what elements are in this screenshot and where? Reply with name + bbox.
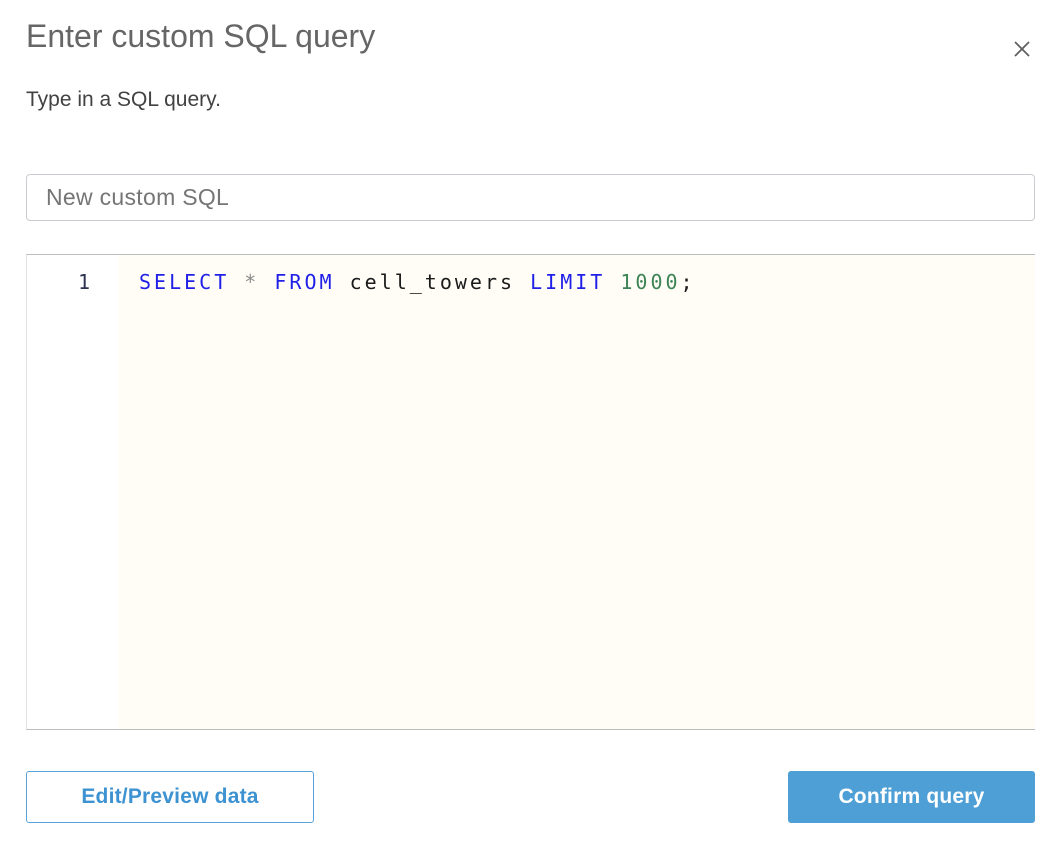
close-x-glyph [1014, 41, 1030, 57]
confirm-query-button[interactable]: Confirm query [788, 771, 1035, 823]
close-icon[interactable] [1009, 36, 1035, 62]
dialog-title: Enter custom SQL query [26, 18, 376, 54]
dialog-footer: Edit/Preview data Confirm query [26, 771, 1035, 823]
dialog-subtitle: Type in a SQL query. [26, 88, 221, 111]
editor-gutter: 1 [27, 255, 118, 729]
sql-editor[interactable]: 1 SELECT * FROM cell_towers LIMIT 1000; [26, 254, 1035, 730]
editor-code-area[interactable]: SELECT * FROM cell_towers LIMIT 1000; [118, 255, 1035, 729]
sql-code-line: SELECT * FROM cell_towers LIMIT 1000; [139, 270, 696, 294]
query-name-input[interactable] [26, 174, 1035, 221]
edit-preview-data-button[interactable]: Edit/Preview data [26, 771, 314, 823]
line-number: 1 [77, 270, 90, 294]
custom-sql-dialog: Enter custom SQL query Type in a SQL que… [0, 15, 1061, 845]
